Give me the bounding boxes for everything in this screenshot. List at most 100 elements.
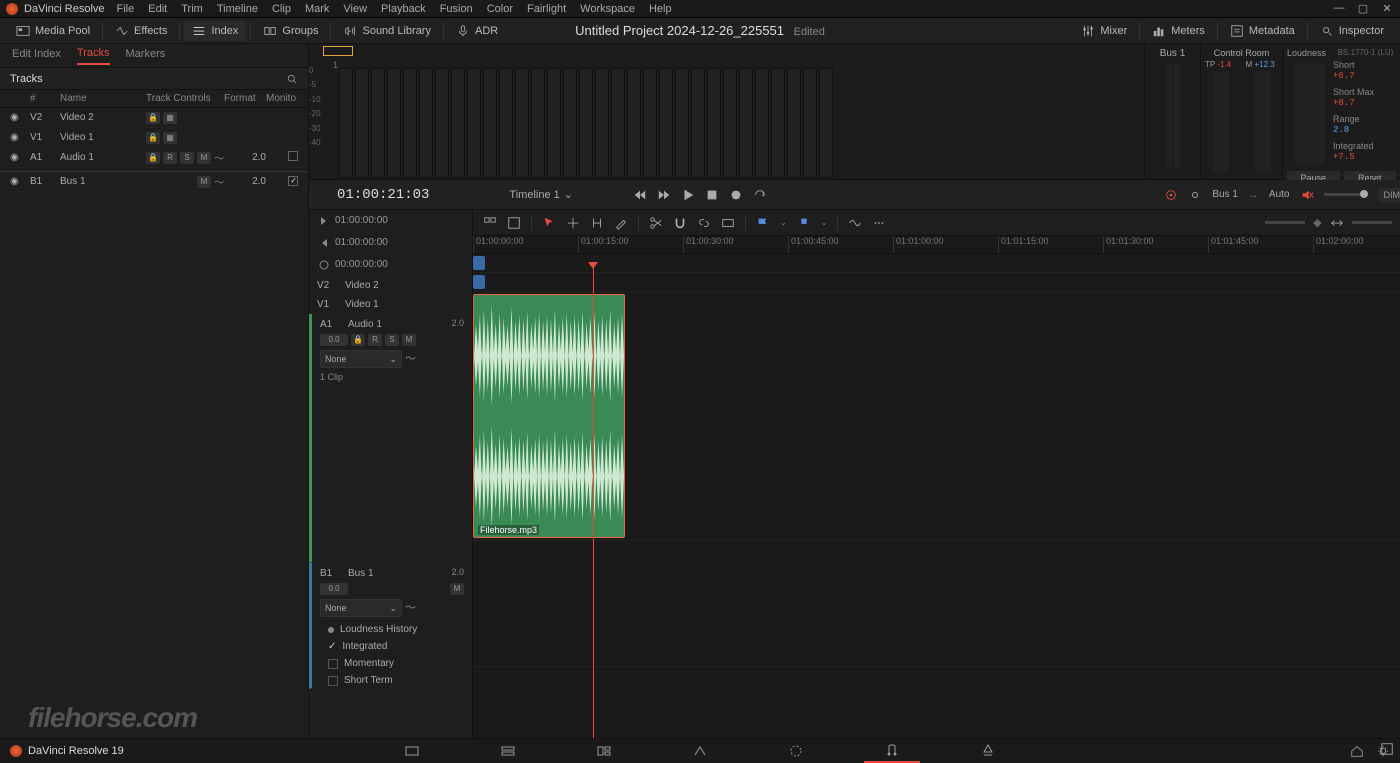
flag2-icon[interactable] — [797, 216, 811, 230]
gear-icon[interactable] — [1188, 188, 1202, 202]
eye-icon[interactable]: ◉ — [10, 152, 30, 163]
menu-edit[interactable]: Edit — [148, 3, 167, 15]
mute-button[interactable]: M — [197, 152, 211, 164]
track-header-a1[interactable]: A1Audio 12.0 0.0 🔒 R S M None⌄ 〜 1 Clip — [309, 314, 472, 563]
forward-icon[interactable] — [657, 188, 671, 202]
strip-icon[interactable]: ▦ — [163, 132, 177, 144]
meters-button[interactable]: Meters — [1144, 21, 1213, 41]
menu-fairlight[interactable]: Fairlight — [527, 3, 566, 15]
record-button[interactable]: R — [368, 334, 382, 346]
ruler[interactable]: 01:00:00:00 01:00:15:00 01:00:30:00 01:0… — [473, 236, 1400, 254]
wave-icon[interactable] — [848, 216, 862, 230]
sound-library-button[interactable]: Sound Library — [335, 21, 439, 41]
tab-markers[interactable]: Markers — [126, 48, 166, 64]
shortterm-check[interactable]: Short Term — [328, 672, 456, 689]
audio-clip[interactable]: Filehorse.mp3 — [473, 294, 625, 538]
monitor-bus[interactable]: Bus 1 — [1212, 189, 1238, 200]
stop-icon[interactable] — [705, 188, 719, 202]
pointer-icon[interactable] — [542, 216, 556, 230]
more-icon[interactable] — [872, 216, 886, 230]
mixer-button[interactable]: Mixer — [1073, 21, 1135, 41]
page-fairlight[interactable] — [864, 739, 920, 763]
track-header-b1[interactable]: B1Bus 12.0 0.0 M None⌄ 〜 Loudness Histor… — [309, 563, 472, 689]
lock-icon[interactable]: 🔒 — [351, 334, 365, 346]
menu-fusion[interactable]: Fusion — [440, 3, 473, 15]
lock-icon[interactable]: 🔒 — [146, 112, 160, 124]
page-cut[interactable] — [480, 739, 536, 763]
tl-row-b1[interactable] — [473, 541, 1400, 667]
menu-playback[interactable]: Playback — [381, 3, 426, 15]
track-row-v2[interactable]: ◉ V2 Video 2 🔒▦ — [0, 108, 308, 128]
record-button[interactable]: R — [163, 152, 177, 164]
snap-icon[interactable] — [507, 216, 521, 230]
page-edit[interactable] — [576, 739, 632, 763]
maximize-icon[interactable]: ▢ — [1356, 2, 1370, 15]
volume-slider[interactable] — [1324, 193, 1368, 196]
tab-tracks[interactable]: Tracks — [77, 47, 110, 65]
track-row-b1[interactable]: ◉ B1 Bus 1 M 〜 2.0 — [0, 172, 308, 192]
media-pool-button[interactable]: Media Pool — [8, 21, 98, 41]
menu-file[interactable]: File — [117, 3, 135, 15]
metadata-button[interactable]: Metadata — [1222, 21, 1303, 41]
dim-button[interactable]: DIM — [1378, 188, 1400, 202]
grid-icon[interactable] — [483, 216, 497, 230]
tc-row[interactable]: 01:00:00:00 — [309, 210, 472, 232]
flag-icon[interactable] — [756, 216, 770, 230]
page-media[interactable] — [384, 739, 440, 763]
lock-icon[interactable]: 🔒 — [146, 152, 160, 164]
eye-icon[interactable]: ◉ — [10, 132, 30, 143]
play-icon[interactable] — [681, 188, 695, 202]
track-row-a1[interactable]: ◉ A1 Audio 1 🔒 R S M 〜 2.0 — [0, 148, 308, 168]
zoom-h-slider[interactable] — [1352, 221, 1392, 224]
menu-view[interactable]: View — [343, 3, 367, 15]
loudness-history[interactable]: Loudness History — [328, 621, 456, 638]
link-icon[interactable] — [697, 216, 711, 230]
page-deliver[interactable] — [960, 739, 1016, 763]
track-row-v1[interactable]: ◉ V1 Video 1 🔒▦ — [0, 128, 308, 148]
integrated-check[interactable]: ✓Integrated — [328, 638, 456, 655]
range-icon[interactable] — [590, 216, 604, 230]
tc-row[interactable]: 00:00:00:00 — [309, 254, 472, 276]
search-icon[interactable] — [286, 73, 298, 85]
solo-button[interactable]: S — [180, 152, 194, 164]
volume-field[interactable]: 0.0 — [320, 583, 348, 595]
momentary-check[interactable]: Momentary — [328, 655, 456, 672]
menu-workspace[interactable]: Workspace — [580, 3, 635, 15]
home-icon[interactable] — [1350, 744, 1364, 758]
lock-icon[interactable]: 🔒 — [146, 132, 160, 144]
mute-icon[interactable] — [1300, 188, 1314, 202]
zoom-v-slider[interactable] — [1265, 221, 1305, 224]
close-icon[interactable]: ✕ — [1380, 2, 1394, 15]
monitor-checkbox[interactable] — [288, 176, 298, 186]
timeline-canvas[interactable]: ⌄ ⌄ ◆ ◆ 01:00:00:00 01: — [473, 210, 1400, 738]
page-fusion[interactable] — [672, 739, 728, 763]
eye-icon[interactable]: ◉ — [10, 112, 30, 123]
mute-button[interactable]: M — [197, 176, 211, 188]
menu-trim[interactable]: Trim — [181, 3, 203, 15]
mute-button[interactable]: M — [402, 334, 416, 346]
groups-button[interactable]: Groups — [255, 21, 326, 41]
menu-timeline[interactable]: Timeline — [217, 3, 258, 15]
solo-button[interactable]: S — [385, 334, 399, 346]
adr-button[interactable]: ADR — [448, 21, 506, 41]
monitor-auto[interactable]: Auto — [1269, 189, 1290, 200]
video-clip[interactable] — [473, 256, 485, 270]
marker-icon[interactable] — [721, 216, 735, 230]
effects-button[interactable]: Effects — [107, 21, 175, 41]
tab-edit-index[interactable]: Edit Index — [12, 48, 61, 64]
record-icon[interactable] — [729, 188, 743, 202]
menu-mark[interactable]: Mark — [305, 3, 329, 15]
index-button[interactable]: Index — [184, 21, 246, 41]
automation-icon[interactable] — [1164, 188, 1178, 202]
playhead[interactable] — [593, 268, 594, 738]
tl-row-a1[interactable]: Filehorse.mp3 — [473, 292, 1400, 541]
menu-clip[interactable]: Clip — [272, 3, 291, 15]
tc-row[interactable]: 01:00:00:00 — [309, 232, 472, 254]
inspector-button[interactable]: Inspector — [1312, 21, 1392, 41]
monitor-checkbox[interactable] — [288, 151, 298, 161]
eye-icon[interactable]: ◉ — [10, 176, 30, 187]
track-header-v2[interactable]: V2Video 2 — [309, 276, 472, 295]
track-header-v1[interactable]: V1Video 1 — [309, 295, 472, 314]
rewind-icon[interactable] — [633, 188, 647, 202]
magnet-icon[interactable] — [673, 216, 687, 230]
